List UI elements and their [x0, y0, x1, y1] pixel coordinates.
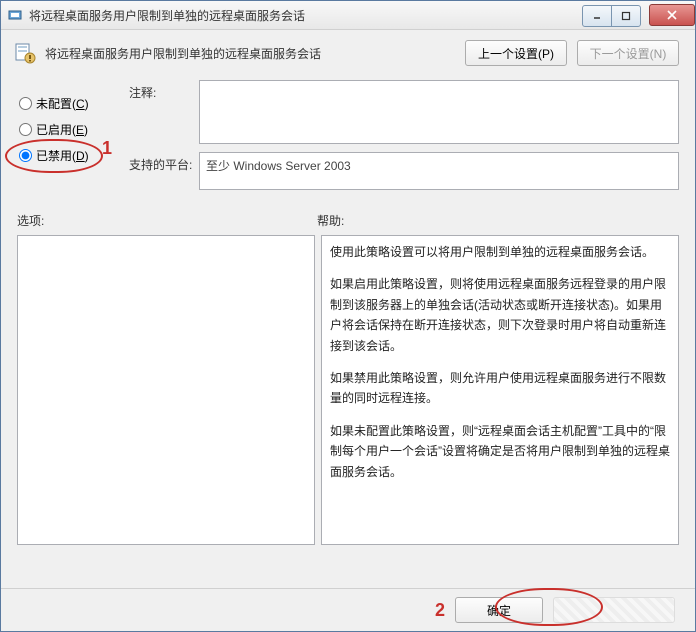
radio-disabled-label[interactable]: 已禁用(D): [36, 147, 89, 164]
comment-textarea[interactable]: [199, 80, 679, 144]
platform-box: 至少 Windows Server 2003: [199, 152, 679, 190]
help-p1: 使用此策略设置可以将用户限制到单独的远程桌面服务会话。: [330, 242, 670, 262]
section-labels: 选项: 帮助:: [17, 212, 679, 229]
help-panel[interactable]: 使用此策略设置可以将用户限制到单独的远程桌面服务会话。 如果启用此策略设置，则将…: [321, 235, 679, 545]
panels-row: 使用此策略设置可以将用户限制到单独的远程桌面服务会话。 如果启用此策略设置，则将…: [17, 235, 679, 545]
close-button[interactable]: [649, 4, 695, 26]
policy-editor-window: 将远程桌面服务用户限制到单独的远程桌面服务会话 将远程桌面服务用户限制到单独的远…: [0, 0, 696, 632]
annotation-number-2: 2: [435, 600, 445, 621]
minimize-button[interactable]: [582, 5, 612, 27]
maximize-button[interactable]: [611, 5, 641, 27]
next-setting-button: 下一个设置(N): [577, 40, 679, 66]
radio-not-configured-label[interactable]: 未配置(C): [36, 95, 89, 112]
window-controls: [583, 5, 641, 25]
radio-enabled-label[interactable]: 已启用(E): [36, 121, 88, 138]
options-label: 选项:: [17, 212, 317, 229]
config-area: 未配置(C) 已启用(E) 已禁用(D) 注释: 支持的平台:: [17, 80, 679, 198]
help-p3: 如果禁用此策略设置，则允许用户使用远程桌面服务进行不限数量的同时远程连接。: [330, 368, 670, 409]
platform-label: 支持的平台:: [129, 152, 199, 173]
options-panel[interactable]: [17, 235, 315, 545]
header-title: 将远程桌面服务用户限制到单独的远程桌面服务会话: [45, 45, 455, 62]
window-title: 将远程桌面服务用户限制到单独的远程桌面服务会话: [29, 7, 583, 24]
prev-setting-button[interactable]: 上一个设置(P): [465, 40, 567, 66]
radio-disabled[interactable]: [19, 149, 32, 162]
footer-bar: 2 确定: [1, 588, 695, 631]
help-label: 帮助:: [317, 212, 679, 229]
footer-obscured-area: [553, 597, 675, 623]
right-column: 注释: 支持的平台: 至少 Windows Server 2003: [129, 80, 679, 198]
titlebar: 将远程桌面服务用户限制到单独的远程桌面服务会话: [1, 1, 695, 30]
help-p2: 如果启用此策略设置，则将使用远程桌面服务远程登录的用户限制到该服务器上的单独会话…: [330, 274, 670, 356]
radio-not-configured[interactable]: [19, 97, 32, 110]
policy-icon: [13, 41, 37, 65]
radio-enabled[interactable]: [19, 123, 32, 136]
app-icon: [7, 7, 23, 23]
content-area: 未配置(C) 已启用(E) 已禁用(D) 注释: 支持的平台:: [1, 76, 695, 545]
comment-label: 注释:: [129, 80, 199, 101]
ok-button[interactable]: 确定: [455, 597, 543, 623]
header-row: 将远程桌面服务用户限制到单独的远程桌面服务会话 上一个设置(P) 下一个设置(N…: [1, 30, 695, 76]
help-p4: 如果未配置此策略设置，则“远程桌面会话主机配置”工具中的“限制每个用户一个会话”…: [330, 421, 670, 482]
radio-group: 未配置(C) 已启用(E) 已禁用(D): [17, 80, 129, 198]
